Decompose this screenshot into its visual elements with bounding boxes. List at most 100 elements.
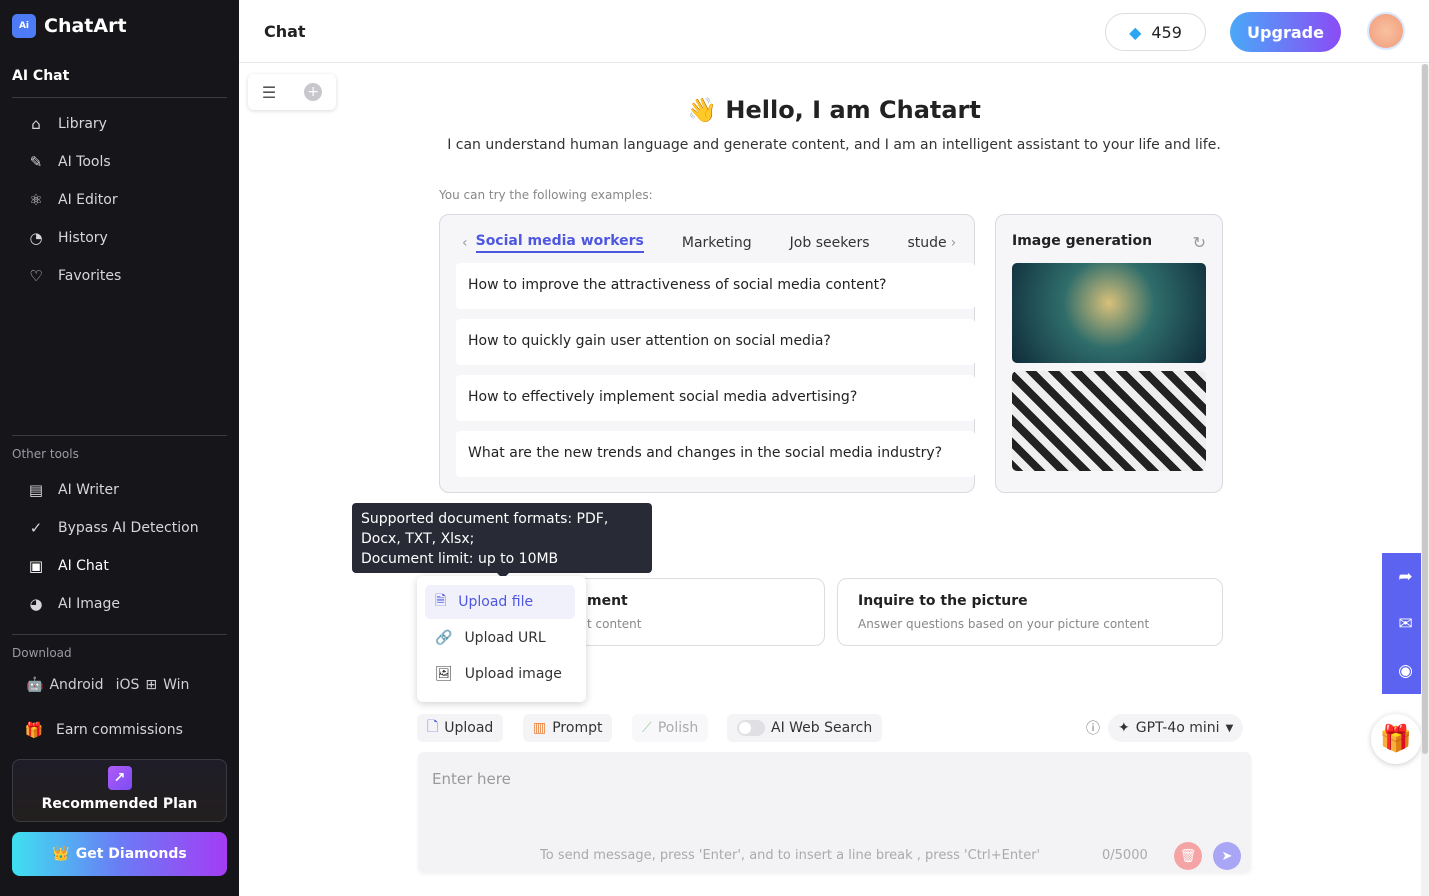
atom-icon: ⚛ <box>29 191 43 209</box>
chat-icon: ▣ <box>28 557 44 575</box>
home-icon: ⌂ <box>31 115 41 133</box>
tab-social-media-workers[interactable]: Social media workers <box>475 233 644 253</box>
example-question[interactable]: How to quickly gain user attention on so… <box>456 319 975 365</box>
page-title: Chat <box>264 22 306 41</box>
message-input-area: To send message, press 'Enter', and to i… <box>418 752 1251 872</box>
get-diamonds-button[interactable]: 👑 Get Diamonds <box>12 832 227 876</box>
refresh-icon[interactable]: ↻ <box>1193 233 1206 252</box>
chevron-right-icon[interactable]: › <box>951 235 957 251</box>
model-selector[interactable]: ✦ GPT-4o mini ▼ <box>1108 714 1244 742</box>
sidebar: Ai ChatArt AI Chat ⌂ Library ✎ AI Tools ⚛ AI… <box>0 0 239 896</box>
discord-icon[interactable]: ◉ <box>1398 661 1413 681</box>
examples-panel: ‹ Social media workers Marketing Job see… <box>439 214 975 493</box>
sidebar-item-ai-editor[interactable]: ⚛ AI Editor <box>26 191 117 209</box>
upload-url-option[interactable]: 🔗 Upload URL <box>425 621 575 655</box>
divider <box>12 97 227 98</box>
message-input[interactable] <box>432 770 1232 820</box>
upload-image-option[interactable]: 🖼 Upload image <box>425 657 575 691</box>
examples-label: You can try the following examples: <box>439 188 653 202</box>
recommended-plan-button[interactable]: ↗ Recommended Plan <box>12 759 227 822</box>
pencil-icon: ✎ <box>29 153 43 171</box>
example-question[interactable]: How to improve the attractiveness of soc… <box>456 263 975 309</box>
sparkle-icon: ✦ <box>1118 720 1130 736</box>
diner-image[interactable] <box>1012 371 1206 471</box>
link-icon: 🔗 <box>435 630 453 646</box>
check-circle-icon: ✓ <box>29 519 43 537</box>
send-icon[interactable]: ➤ <box>1213 842 1241 870</box>
sidebar-item-ai-tools[interactable]: ✎ AI Tools <box>26 153 111 171</box>
earn-commissions[interactable]: 🎁 Earn commissions <box>24 721 183 739</box>
upload-document-card[interactable]: ment t content <box>560 578 825 646</box>
divider <box>12 435 227 436</box>
prompt-icon: ▥ <box>533 720 547 736</box>
sidebar-item-history[interactable]: ◔ History <box>26 229 107 247</box>
example-question[interactable]: How to effectively implement social medi… <box>456 375 975 421</box>
mail-icon[interactable]: ✉ <box>1398 614 1412 634</box>
divider <box>12 634 227 635</box>
trash-icon[interactable]: 🗑 <box>1174 842 1202 870</box>
sidebar-item-favorites[interactable]: ♡ Favorites <box>26 267 121 285</box>
tab-job-seekers[interactable]: Job seekers <box>790 235 870 251</box>
polish-button[interactable]: ⟋ Polish <box>632 714 709 742</box>
prompt-button[interactable]: ▥ Prompt <box>523 714 613 742</box>
upgrade-button[interactable]: Upgrade <box>1230 12 1341 52</box>
inquire-picture-card[interactable]: Inquire to the picture Answer questions … <box>837 578 1223 646</box>
toggle-switch[interactable] <box>737 720 765 736</box>
download-links: 🤖 Android iOS ⊞ Win <box>26 677 189 693</box>
char-count: 0/5000 <box>1102 848 1148 863</box>
scrollbar-thumb[interactable] <box>1422 64 1428 754</box>
image-icon: 🖼 <box>435 666 453 682</box>
subtitle: I can understand human language and gene… <box>447 137 1221 153</box>
upload-tooltip: Supported document formats: PDF, Docx, T… <box>352 503 652 579</box>
heart-icon: ♡ <box>29 267 43 285</box>
info-icon[interactable]: ⓘ <box>1076 714 1110 742</box>
wave-icon: 👋 <box>687 96 718 124</box>
upload-button[interactable]: 🗋 Upload <box>417 714 504 742</box>
sidebar-item-ai-chat[interactable]: ▣ AI Chat <box>26 557 109 575</box>
forest-image[interactable] <box>1012 263 1206 363</box>
palette-icon: ◕ <box>29 595 43 613</box>
other-tools-label: Other tools <box>12 447 79 461</box>
download-ios[interactable]: iOS <box>116 677 140 693</box>
magic-wand-icon: ⟋ <box>642 720 652 736</box>
diamond-balance[interactable]: ◆ 459 <box>1105 13 1206 51</box>
sidebar-item-ai-writer[interactable]: ▤ AI Writer <box>26 481 119 499</box>
example-question[interactable]: What are the new trends and changes in t… <box>456 431 975 477</box>
gift-icon: 🎁 <box>24 721 44 739</box>
download-win[interactable]: Win <box>163 677 189 693</box>
greeting: 👋 Hello, I am Chatart <box>687 96 981 124</box>
image-generation-title: Image generation <box>1012 233 1153 249</box>
input-hint: To send message, press 'Enter', and to i… <box>540 848 1041 863</box>
avatar[interactable] <box>1367 12 1405 50</box>
windows-icon: ⊞ <box>145 677 158 693</box>
logo-icon: Ai <box>12 14 36 38</box>
chevron-left-icon[interactable]: ‹ <box>462 235 468 251</box>
download-label: Download <box>12 646 72 660</box>
arrow-up-right-icon: ↗ <box>107 766 132 790</box>
document-icon: ▤ <box>28 481 44 499</box>
gift-icon[interactable]: 🎁 <box>1371 714 1421 764</box>
tab-marketing[interactable]: Marketing <box>682 235 752 251</box>
upload-file-option[interactable]: 🗎 Upload file <box>425 585 575 619</box>
diamond-icon: ◆ <box>1129 22 1142 42</box>
example-tabs: ‹ Social media workers Marketing Job see… <box>462 233 956 253</box>
section-title: AI Chat <box>12 68 70 84</box>
file-upload-icon: 🗎 <box>435 593 447 609</box>
gauge-icon: ◔ <box>29 229 43 247</box>
upload-menu: 🗎 Upload file 🔗 Upload URL 🖼 Upload image <box>417 576 586 702</box>
sidebar-item-bypass[interactable]: ✓ Bypass AI Detection <box>26 519 199 537</box>
image-generation-panel: Image generation ↻ <box>995 214 1223 493</box>
tab-students[interactable]: stude <box>908 235 947 251</box>
scrollbar[interactable] <box>1421 64 1429 896</box>
crown-icon: 👑 <box>52 846 70 862</box>
header: Chat ◆ 459 Upgrade <box>239 0 1429 63</box>
share-icon[interactable]: ➦ <box>1398 567 1412 587</box>
android-icon: 🤖 <box>26 677 44 693</box>
sidebar-item-library[interactable]: ⌂ Library <box>26 115 107 133</box>
caret-down-icon: ▼ <box>1225 722 1234 734</box>
logo[interactable]: Ai ChatArt <box>12 14 127 38</box>
download-android[interactable]: Android <box>49 677 103 693</box>
upload-icon: 🗋 <box>427 719 439 735</box>
web-search-toggle[interactable]: AI Web Search <box>727 714 883 742</box>
sidebar-item-ai-image[interactable]: ◕ AI Image <box>26 595 120 613</box>
